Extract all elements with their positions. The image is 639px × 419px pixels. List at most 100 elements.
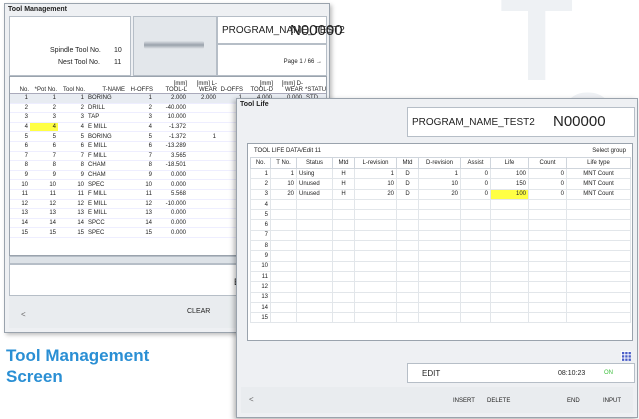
insert-button[interactable]: INSERT bbox=[453, 398, 475, 404]
table-row[interactable]: 7 bbox=[250, 229, 631, 242]
table-cell[interactable]: 1 bbox=[126, 93, 154, 104]
table-cell[interactable]: 10 bbox=[10, 179, 30, 190]
table-cell[interactable] bbox=[296, 301, 333, 314]
table-cell[interactable] bbox=[418, 198, 461, 211]
table-cell[interactable]: MNT Count bbox=[566, 188, 631, 200]
table-cell[interactable]: E MILL bbox=[86, 141, 126, 152]
table-cell[interactable]: 8 bbox=[126, 160, 154, 171]
table-cell[interactable]: SPCC bbox=[86, 218, 126, 229]
table-cell[interactable]: 0.000 bbox=[154, 208, 188, 219]
table-cell[interactable] bbox=[460, 270, 491, 283]
table-cell[interactable] bbox=[354, 281, 397, 293]
table-cell[interactable]: 1 bbox=[270, 167, 297, 180]
table-cell[interactable] bbox=[332, 240, 355, 252]
table-cell[interactable] bbox=[528, 209, 567, 221]
table-cell[interactable] bbox=[418, 281, 461, 293]
table-cell[interactable] bbox=[188, 189, 218, 200]
table-cell[interactable] bbox=[188, 151, 218, 162]
table-cell[interactable] bbox=[528, 229, 567, 242]
table-cell[interactable]: Unused bbox=[296, 188, 333, 200]
table-cell[interactable]: 13 bbox=[10, 208, 30, 219]
table-cell[interactable] bbox=[418, 301, 461, 314]
table-cell[interactable]: TAP bbox=[86, 112, 126, 123]
table-row[interactable]: 12 bbox=[250, 281, 631, 293]
table-cell[interactable] bbox=[528, 312, 567, 324]
table-cell[interactable]: 12 bbox=[58, 199, 86, 210]
table-cell[interactable] bbox=[296, 219, 333, 231]
table-cell[interactable] bbox=[566, 240, 631, 252]
table-row[interactable]: 14 bbox=[250, 301, 631, 314]
table-cell[interactable] bbox=[296, 312, 333, 324]
table-cell[interactable]: 10 bbox=[418, 178, 461, 190]
table-cell[interactable]: 150 bbox=[490, 178, 529, 190]
table-cell[interactable]: 12 bbox=[10, 199, 30, 210]
table-cell[interactable] bbox=[332, 291, 355, 303]
table-cell[interactable] bbox=[396, 270, 419, 283]
table-cell[interactable] bbox=[490, 198, 529, 211]
table-cell[interactable] bbox=[418, 219, 461, 231]
table-cell[interactable] bbox=[296, 240, 333, 252]
table-cell[interactable] bbox=[270, 250, 297, 262]
table-cell[interactable] bbox=[490, 291, 529, 303]
table-cell[interactable]: 0 bbox=[528, 167, 567, 180]
table-cell[interactable]: 4 bbox=[126, 122, 154, 133]
table-cell[interactable]: 2.000 bbox=[188, 93, 218, 104]
table-row[interactable]: 6 bbox=[250, 219, 631, 231]
table-cell[interactable]: 0.000 bbox=[154, 227, 188, 238]
table-cell[interactable] bbox=[396, 240, 419, 252]
table-cell[interactable]: 13 bbox=[126, 208, 154, 219]
table-cell[interactable]: 2 bbox=[250, 178, 271, 190]
table-cell[interactable] bbox=[188, 227, 218, 238]
table-cell[interactable] bbox=[460, 229, 491, 242]
table-cell[interactable] bbox=[566, 260, 631, 272]
table-cell[interactable] bbox=[396, 281, 419, 293]
table-cell[interactable] bbox=[490, 301, 529, 314]
input-button[interactable]: INPUT bbox=[603, 398, 621, 404]
delete-button[interactable]: DELETE bbox=[487, 398, 510, 404]
table-cell[interactable]: 15 bbox=[58, 227, 86, 238]
table-cell[interactable] bbox=[460, 291, 491, 303]
table-cell[interactable]: MNT Count bbox=[566, 178, 631, 190]
table-cell[interactable]: 15 bbox=[30, 227, 58, 238]
table-cell[interactable] bbox=[354, 250, 397, 262]
table-cell[interactable] bbox=[566, 209, 631, 221]
table-cell[interactable]: 14 bbox=[126, 218, 154, 229]
table-cell[interactable] bbox=[188, 122, 218, 133]
table-cell[interactable]: SPEC bbox=[86, 227, 126, 238]
table-cell[interactable] bbox=[270, 312, 297, 324]
table-cell[interactable] bbox=[296, 198, 333, 211]
table-cell[interactable] bbox=[332, 270, 355, 283]
back-arrow-icon[interactable]: < bbox=[21, 310, 26, 319]
table-cell[interactable]: 1 bbox=[188, 131, 218, 142]
table-cell[interactable] bbox=[354, 270, 397, 283]
table-cell[interactable] bbox=[296, 291, 333, 303]
table-cell[interactable]: 4 bbox=[58, 122, 86, 133]
table-cell[interactable] bbox=[188, 218, 218, 229]
table-cell[interactable] bbox=[270, 219, 297, 231]
table-cell[interactable] bbox=[396, 312, 419, 324]
table-row[interactable]: 11 bbox=[250, 270, 631, 283]
table-cell[interactable]: 11 bbox=[10, 189, 30, 200]
table-row[interactable]: 8 bbox=[250, 240, 631, 252]
table-cell[interactable]: 14 bbox=[10, 218, 30, 229]
table-cell[interactable]: 100 bbox=[490, 188, 529, 200]
table-cell[interactable]: 6 bbox=[10, 141, 30, 152]
table-cell[interactable] bbox=[396, 219, 419, 231]
table-cell[interactable] bbox=[490, 219, 529, 231]
table-cell[interactable]: 9 bbox=[10, 170, 30, 181]
table-cell[interactable] bbox=[418, 240, 461, 252]
table-cell[interactable] bbox=[528, 301, 567, 314]
table-cell[interactable]: CHAM bbox=[86, 160, 126, 171]
table-cell[interactable] bbox=[396, 198, 419, 211]
table-cell[interactable]: BORING bbox=[86, 131, 126, 142]
table-cell[interactable]: F MILL bbox=[86, 151, 126, 162]
table-cell[interactable] bbox=[332, 229, 355, 242]
table-cell[interactable]: 3 bbox=[58, 112, 86, 123]
table-cell[interactable] bbox=[460, 260, 491, 272]
table-cell[interactable] bbox=[460, 312, 491, 324]
table-cell[interactable] bbox=[332, 209, 355, 221]
table-cell[interactable]: 8 bbox=[10, 160, 30, 171]
table-cell[interactable]: -18.501 bbox=[154, 160, 188, 171]
table-cell[interactable]: 11 bbox=[250, 270, 271, 283]
table-cell[interactable]: 13 bbox=[30, 208, 58, 219]
